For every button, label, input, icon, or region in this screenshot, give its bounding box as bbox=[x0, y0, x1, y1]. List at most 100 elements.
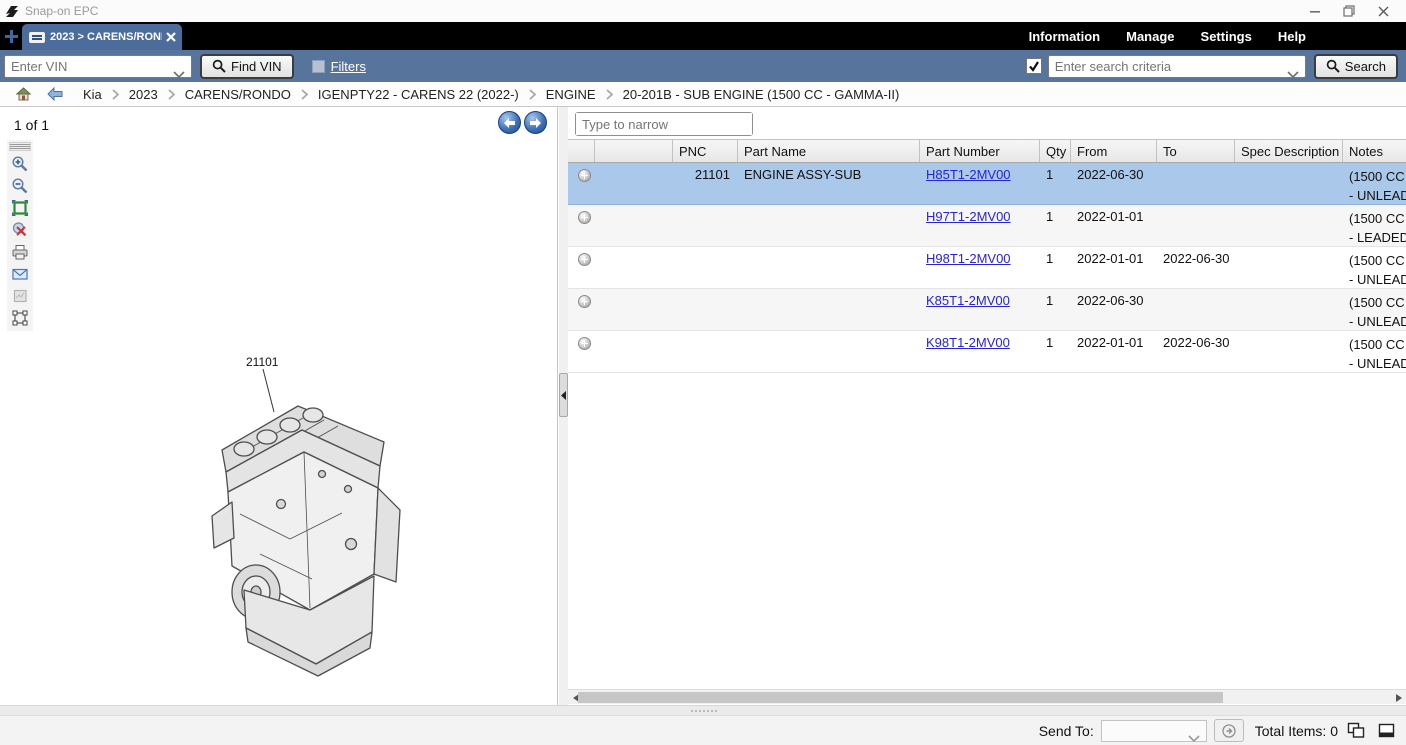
multi-window-icon[interactable] bbox=[1345, 720, 1368, 741]
tab-active[interactable]: 2023 > CARENS/ROND... bbox=[22, 24, 182, 50]
col-to[interactable]: To bbox=[1157, 140, 1235, 162]
email-icon[interactable] bbox=[9, 264, 31, 283]
tab-close-icon[interactable] bbox=[166, 32, 176, 42]
export-icon[interactable] bbox=[9, 286, 31, 305]
menu-manage[interactable]: Manage bbox=[1126, 29, 1174, 44]
table-row[interactable]: H98T1-2MV00 1 2022-01-01 2022-06-30 (150… bbox=[568, 247, 1406, 289]
table-row[interactable]: K98T1-2MV00 1 2022-01-01 2022-06-30 (150… bbox=[568, 331, 1406, 373]
cell-part-name bbox=[738, 331, 920, 373]
breadcrumb-item-catalog[interactable]: IGENPTY22 - CARENS 22 (2022-) bbox=[318, 87, 519, 102]
chevron-down-icon[interactable] bbox=[1287, 65, 1299, 83]
fit-to-window-icon[interactable] bbox=[9, 198, 31, 217]
col-from[interactable]: From bbox=[1071, 140, 1157, 162]
zoom-in-icon[interactable] bbox=[9, 154, 31, 173]
zoom-out-icon[interactable] bbox=[9, 176, 31, 195]
total-items-label: Total Items: 0 bbox=[1255, 723, 1338, 739]
cell-spec bbox=[1235, 163, 1343, 205]
cell-pnc: 21101 bbox=[673, 163, 738, 205]
chevron-right-icon bbox=[301, 89, 308, 100]
chevron-right-icon bbox=[112, 89, 119, 100]
part-number-link[interactable]: H97T1-2MV00 bbox=[926, 209, 1011, 224]
send-to-combobox[interactable] bbox=[1101, 720, 1207, 742]
criteria-input[interactable] bbox=[1049, 56, 1305, 77]
vin-combobox[interactable] bbox=[4, 55, 192, 78]
zoom-reset-icon[interactable] bbox=[9, 220, 31, 239]
parts-panel: PNC Part Name Part Number Qty From To Sp… bbox=[568, 107, 1406, 705]
cell-pnc bbox=[673, 205, 738, 247]
menu-settings[interactable]: Settings bbox=[1201, 29, 1252, 44]
cell-notes: (1500 CC- UNLEADED bbox=[1343, 247, 1406, 289]
scroll-right-icon[interactable] bbox=[1392, 691, 1405, 704]
table-row[interactable]: H97T1-2MV00 1 2022-01-01 (1500 CC- LEADE… bbox=[568, 205, 1406, 247]
catalog-icon bbox=[29, 32, 45, 43]
col-pnc[interactable]: PNC bbox=[673, 140, 738, 162]
narrow-input[interactable] bbox=[576, 113, 752, 135]
cell-qty: 1 bbox=[1040, 289, 1071, 331]
part-number-link[interactable]: K85T1-2MV00 bbox=[926, 293, 1010, 308]
table-row[interactable]: K85T1-2MV00 1 2022-06-30 (1500 CC- UNLEA… bbox=[568, 289, 1406, 331]
vin-input[interactable] bbox=[5, 56, 191, 77]
table-row[interactable]: 21101 ENGINE ASSY-SUB H85T1-2MV00 1 2022… bbox=[568, 163, 1406, 205]
find-vin-button[interactable]: Find VIN bbox=[200, 54, 294, 79]
part-number-link[interactable]: H85T1-2MV00 bbox=[926, 167, 1011, 182]
breadcrumb-item-group[interactable]: ENGINE bbox=[546, 87, 596, 102]
cell-notes: (1500 CC- UNLEADED bbox=[1343, 331, 1406, 373]
part-number-link[interactable]: K98T1-2MV00 bbox=[926, 335, 1010, 350]
expand-row-icon[interactable] bbox=[578, 253, 591, 266]
col-expander[interactable] bbox=[568, 140, 595, 162]
chevron-down-icon[interactable] bbox=[173, 65, 185, 83]
criteria-combobox[interactable] bbox=[1048, 55, 1306, 78]
chevron-down-icon[interactable] bbox=[1188, 729, 1200, 745]
expand-row-icon[interactable] bbox=[578, 295, 591, 308]
part-number-link[interactable]: H98T1-2MV00 bbox=[926, 251, 1011, 266]
col-part-name[interactable]: Part Name bbox=[738, 140, 920, 162]
print-icon[interactable] bbox=[9, 242, 31, 261]
collapse-panel-icon[interactable] bbox=[559, 373, 568, 417]
bottom-bar: Send To: Total Items: 0 bbox=[0, 715, 1406, 745]
expand-row-icon[interactable] bbox=[578, 169, 591, 182]
svg-text:21101: 21101 bbox=[246, 355, 279, 369]
resize-grip-handle[interactable] bbox=[690, 709, 718, 714]
marquee-zoom-icon[interactable] bbox=[9, 308, 31, 327]
cell-from: 2022-01-01 bbox=[1071, 247, 1157, 289]
col-qty[interactable]: Qty bbox=[1040, 140, 1071, 162]
expand-row-icon[interactable] bbox=[578, 211, 591, 224]
filters-checkbox[interactable] bbox=[312, 60, 325, 73]
scrollbar-thumb[interactable] bbox=[578, 692, 1223, 703]
cell-from: 2022-06-30 bbox=[1071, 289, 1157, 331]
back-arrow-icon[interactable] bbox=[47, 87, 63, 101]
col-blank[interactable] bbox=[595, 140, 673, 162]
home-icon[interactable] bbox=[16, 87, 31, 101]
filters-link[interactable]: Filters bbox=[331, 59, 366, 74]
cell-blank bbox=[595, 163, 673, 205]
close-icon[interactable] bbox=[1366, 0, 1400, 22]
criteria-checkbox[interactable] bbox=[1026, 58, 1042, 74]
breadcrumb-item-section[interactable]: 20-201B - SUB ENGINE (1500 CC - GAMMA-II… bbox=[623, 87, 900, 102]
next-page-icon[interactable] bbox=[524, 111, 547, 134]
cell-part-name: ENGINE ASSY-SUB bbox=[738, 163, 920, 205]
col-notes[interactable]: Notes bbox=[1343, 140, 1406, 162]
send-go-button[interactable] bbox=[1214, 719, 1244, 742]
toolbar-grip-handle[interactable] bbox=[9, 142, 31, 151]
prev-page-icon[interactable] bbox=[498, 111, 521, 134]
chevron-right-icon bbox=[529, 89, 536, 100]
breadcrumb-item-make[interactable]: Kia bbox=[83, 87, 102, 102]
send-to-label: Send To: bbox=[1039, 723, 1094, 739]
single-window-icon[interactable] bbox=[1375, 720, 1398, 741]
col-spec[interactable]: Spec Description bbox=[1235, 140, 1343, 162]
breadcrumb-item-year[interactable]: 2023 bbox=[129, 87, 158, 102]
menu-information[interactable]: Information bbox=[1029, 29, 1101, 44]
search-button[interactable]: Search bbox=[1314, 54, 1398, 79]
cell-spec bbox=[1235, 205, 1343, 247]
expand-row-icon[interactable] bbox=[578, 337, 591, 350]
breadcrumb-item-model[interactable]: CARENS/RONDO bbox=[185, 87, 291, 102]
narrow-filter[interactable] bbox=[575, 112, 753, 136]
col-part-number[interactable]: Part Number bbox=[920, 140, 1040, 162]
panel-splitter[interactable] bbox=[559, 107, 568, 705]
part-callout[interactable]: 21101 bbox=[246, 355, 279, 412]
tab-bar: 2023 > CARENS/ROND... Information Manage… bbox=[0, 22, 1406, 50]
restore-icon[interactable] bbox=[1332, 0, 1366, 22]
menu-help[interactable]: Help bbox=[1278, 29, 1306, 44]
minimize-icon[interactable] bbox=[1298, 0, 1332, 22]
new-tab-icon[interactable] bbox=[0, 24, 22, 49]
